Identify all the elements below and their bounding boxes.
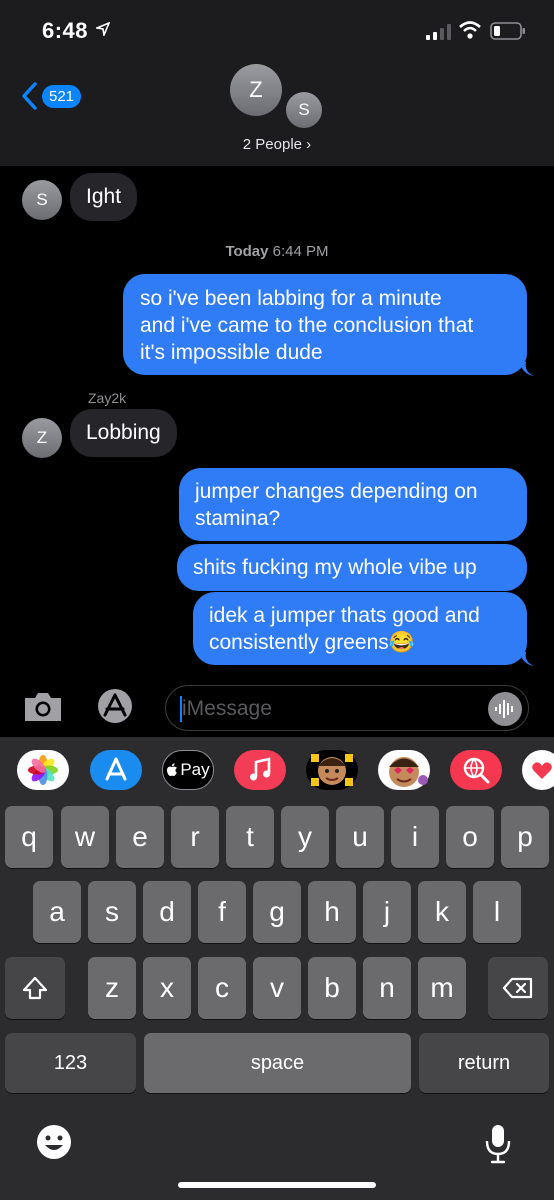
digital-touch-icon[interactable]	[522, 750, 554, 790]
dictation-key[interactable]	[480, 1122, 516, 1166]
key-i[interactable]: i	[391, 806, 439, 868]
audio-message-button[interactable]	[488, 692, 522, 726]
outgoing-message[interactable]: jumper changes depending on stamina?	[179, 468, 527, 541]
key-o[interactable]: o	[446, 806, 494, 868]
apple-logo-icon	[167, 763, 178, 776]
unread-count-badge: 521	[42, 84, 82, 108]
bubble-tail	[520, 362, 534, 376]
memoji-stickers-face-icon	[389, 757, 428, 787]
message-text: Lobbing	[86, 421, 161, 444]
heart-hand-icon	[532, 762, 552, 779]
space-key[interactable]: space	[144, 1033, 411, 1093]
message-line: idek a jumper thats good and	[209, 604, 480, 627]
message-text: shits fucking my whole vibe up	[193, 556, 477, 579]
key-l[interactable]: l	[473, 881, 521, 943]
message-line: stamina?	[195, 507, 281, 530]
key-e[interactable]: e	[116, 806, 164, 868]
group-avatars[interactable]: Z S	[228, 62, 328, 132]
waveform-icon	[495, 700, 513, 718]
return-key[interactable]: return	[419, 1033, 549, 1093]
shift-key[interactable]	[5, 957, 65, 1019]
music-icon[interactable]	[234, 750, 286, 790]
group-info-link[interactable]: 2 People ›	[0, 136, 554, 153]
avatar[interactable]: S	[22, 180, 62, 220]
status-time: 6:48	[42, 18, 89, 43]
bubble-tail	[520, 652, 534, 666]
key-w[interactable]: w	[61, 806, 109, 868]
message-line: jumper changes depending on	[195, 480, 478, 503]
globe-search-icon	[463, 757, 490, 784]
key-a[interactable]: a	[33, 881, 81, 943]
key-r[interactable]: r	[171, 806, 219, 868]
photos-app-icon[interactable]	[17, 750, 69, 790]
message-text: Ight	[86, 185, 122, 208]
incoming-message[interactable]: Lobbing	[70, 409, 177, 457]
location-arrow-icon	[96, 22, 110, 36]
app-store-a-icon	[105, 757, 127, 781]
key-j[interactable]: j	[363, 881, 411, 943]
key-u[interactable]: u	[336, 806, 384, 868]
wifi-icon	[459, 21, 481, 39]
message-line: it's impossible dude	[140, 341, 323, 364]
emoji-key[interactable]	[34, 1122, 74, 1162]
app-store-icon[interactable]	[93, 686, 137, 726]
cellular-signal-icon	[426, 24, 451, 40]
apple-pay-icon[interactable]: Pay	[162, 750, 214, 790]
emoji-icon	[37, 1125, 71, 1159]
memoji-icon[interactable]	[306, 750, 358, 790]
camera-icon[interactable]	[22, 690, 64, 724]
key-n[interactable]: n	[363, 957, 411, 1019]
message-line: and i've came to the conclusion that	[140, 314, 474, 337]
key-d[interactable]: d	[143, 881, 191, 943]
web-images-icon[interactable]	[450, 750, 502, 790]
outgoing-message[interactable]: idek a jumper thats good and consistentl…	[193, 592, 527, 665]
message-input-placeholder: iMessage	[182, 697, 272, 720]
conversation-header: 6:48 521 Z S 2 People ›	[0, 0, 554, 166]
microphone-icon	[485, 1125, 511, 1164]
incoming-message[interactable]: Ight	[70, 173, 138, 221]
memoji-face-icon	[311, 754, 353, 786]
avatar: Z	[230, 64, 282, 116]
music-note-icon	[250, 757, 271, 781]
key-f[interactable]: f	[198, 881, 246, 943]
key-k[interactable]: k	[418, 881, 466, 943]
home-indicator[interactable]	[178, 1182, 376, 1188]
back-button[interactable]: 521	[20, 80, 82, 112]
outgoing-message[interactable]: so i've been labbing for a minute and i'…	[123, 274, 527, 375]
key-g[interactable]: g	[253, 881, 301, 943]
avatar: S	[284, 90, 324, 130]
delete-key[interactable]	[488, 957, 548, 1019]
key-z[interactable]: z	[88, 957, 136, 1019]
backspace-icon	[502, 977, 533, 999]
key-p[interactable]: p	[501, 806, 549, 868]
key-m[interactable]: m	[418, 957, 466, 1019]
key-h[interactable]: h	[308, 881, 356, 943]
key-t[interactable]: t	[226, 806, 274, 868]
shift-icon	[22, 976, 48, 1000]
message-input[interactable]: iMessage	[165, 685, 529, 731]
key-s[interactable]: s	[88, 881, 136, 943]
battery-icon	[490, 22, 525, 40]
timestamp: Today 6:44 PM	[0, 243, 554, 260]
message-line: consistently greens😂	[209, 631, 415, 654]
key-y[interactable]: y	[281, 806, 329, 868]
app-store-icon[interactable]	[90, 750, 142, 790]
memoji-stickers-icon[interactable]	[378, 750, 430, 790]
apple-pay-label: Pay	[180, 760, 210, 779]
numbers-key[interactable]: 123	[5, 1033, 136, 1093]
sender-name: Zay2k	[88, 390, 127, 406]
key-b[interactable]: b	[308, 957, 356, 1019]
timestamp-time: 6:44 PM	[272, 243, 329, 260]
message-line: so i've been labbing for a minute	[140, 287, 442, 310]
chevron-left-icon	[22, 82, 37, 110]
timestamp-day: Today	[225, 243, 269, 260]
key-c[interactable]: c	[198, 957, 246, 1019]
photos-flower-icon	[28, 755, 58, 785]
key-v[interactable]: v	[253, 957, 301, 1019]
avatar[interactable]: Z	[22, 418, 62, 458]
outgoing-message[interactable]: shits fucking my whole vibe up	[177, 544, 527, 591]
key-x[interactable]: x	[143, 957, 191, 1019]
key-q[interactable]: q	[5, 806, 53, 868]
